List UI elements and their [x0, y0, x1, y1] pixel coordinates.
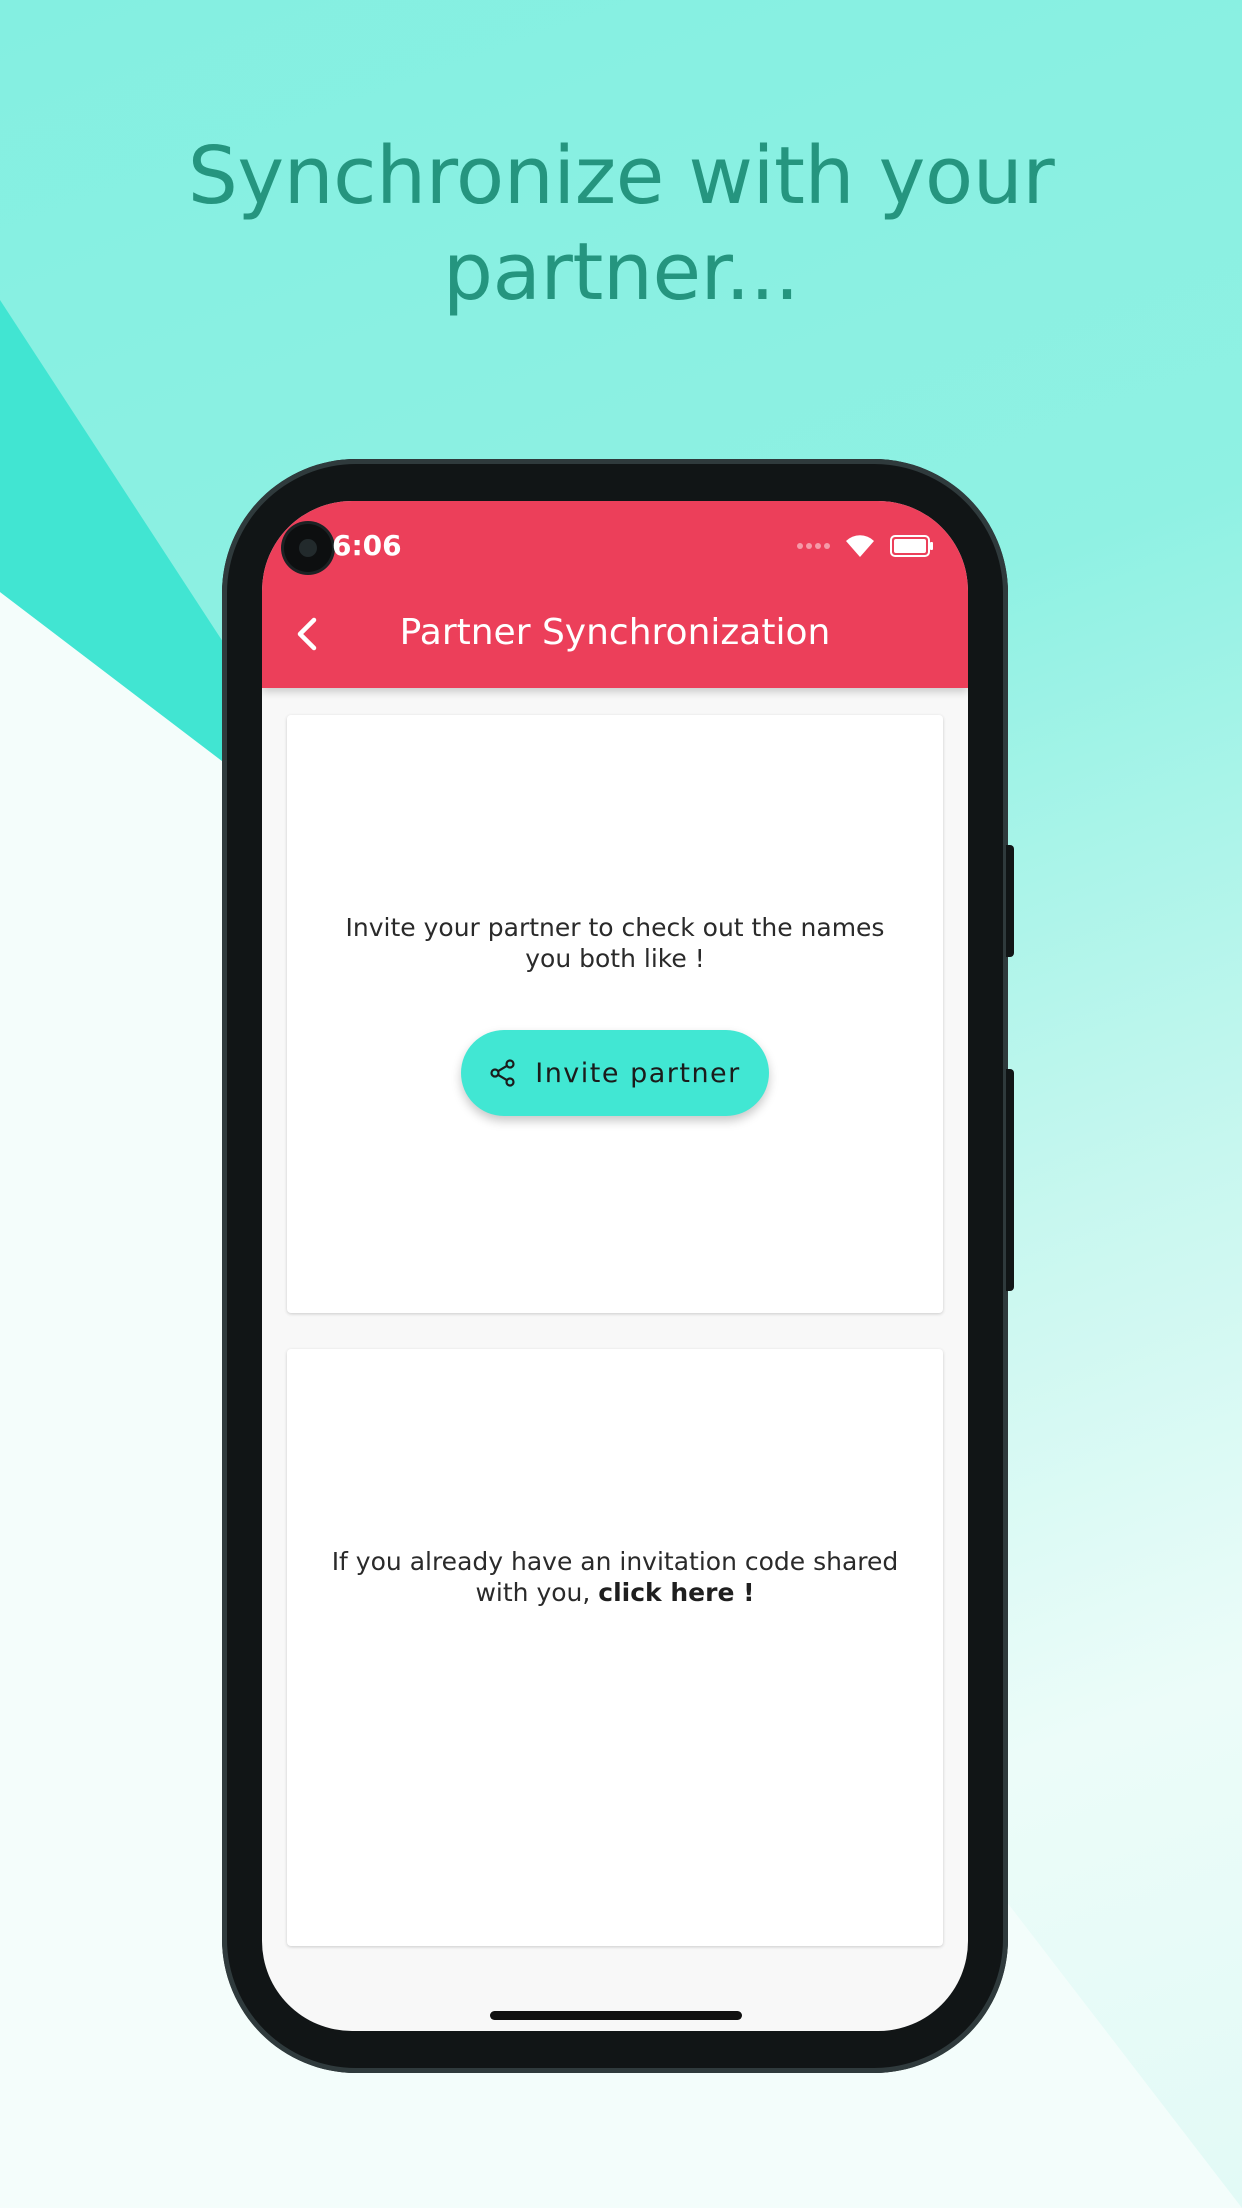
- phone-side-button-top: [1006, 845, 1014, 957]
- invite-partner-button[interactable]: Invite partner: [461, 1030, 769, 1116]
- page-title: Partner Synchronization: [399, 612, 831, 653]
- invitation-code-text: If you already have an invitation code s…: [327, 1546, 903, 1608]
- share-icon: [490, 1059, 515, 1087]
- phone-side-button-bottom: [1006, 1069, 1014, 1291]
- click-here-link[interactable]: click here !: [598, 1578, 754, 1607]
- app-bar: 6:06 Partner Synchronization: [262, 501, 968, 688]
- headline-line-2: partner...: [442, 226, 800, 318]
- invitation-code-card: If you already have an invitation code s…: [287, 1349, 943, 1946]
- battery-icon: [890, 535, 933, 557]
- invite-description: Invite your partner to check out the nam…: [345, 913, 885, 973]
- headline: Synchronize with your partner...: [0, 128, 1242, 320]
- wifi-icon: [846, 535, 874, 557]
- invite-card: Invite your partner to check out the nam…: [287, 715, 943, 1313]
- status-icons: [796, 533, 934, 559]
- chevron-left-icon[interactable]: [288, 614, 328, 654]
- camera-icon: [284, 524, 332, 572]
- phone-screen: 6:06 Partner Synchronization Invite your: [262, 501, 968, 2031]
- signal-dots-icon: [797, 543, 830, 549]
- home-indicator[interactable]: [490, 2011, 742, 2020]
- headline-line-1: Synchronize with your: [187, 130, 1055, 222]
- invite-partner-label: Invite partner: [535, 1057, 741, 1089]
- status-time: 6:06: [332, 529, 402, 562]
